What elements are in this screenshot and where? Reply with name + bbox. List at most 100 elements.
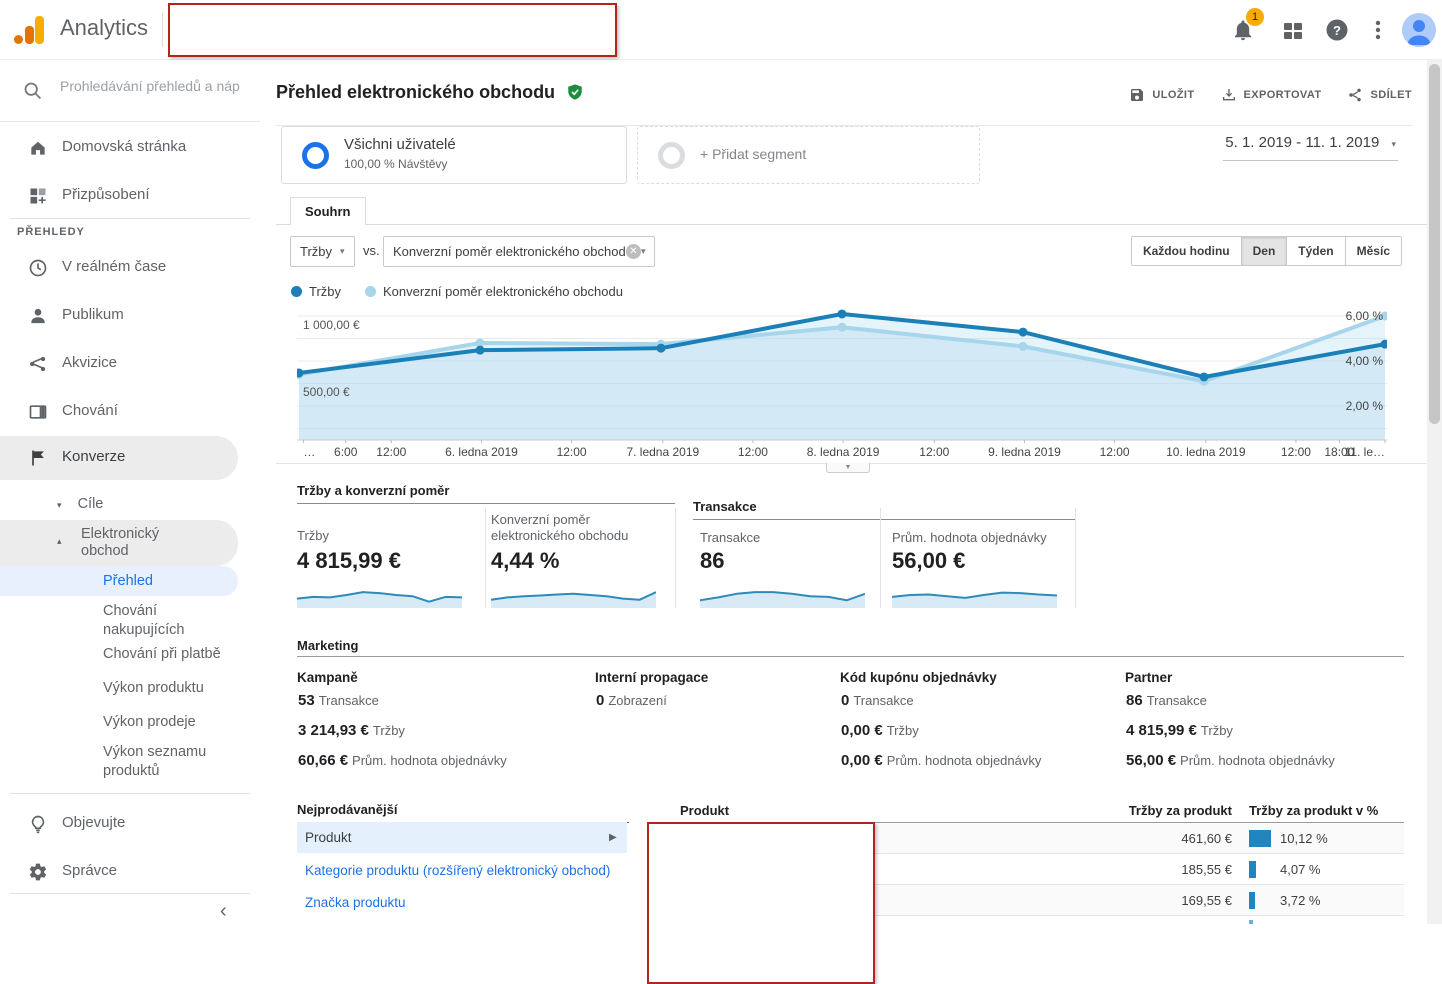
svg-text:…: … [303,445,315,459]
remove-metric-icon[interactable]: ✕ [626,244,641,259]
granularity-week[interactable]: Týden [1287,237,1345,265]
sidebar-item-product-performance[interactable]: Výkon produktu [103,680,204,696]
svg-text:6,00 %: 6,00 % [1346,309,1384,323]
timeseries-chart[interactable]: 1 000,00 €500,00 €6,00 %4,00 %2,00 %…6:0… [297,303,1387,463]
scrollbar-thumb[interactable] [1429,64,1440,424]
gear-icon [28,862,48,882]
sidebar-item-audience[interactable]: Publikum [0,292,260,340]
sidebar-item-home[interactable]: Domovská stránka [0,124,260,172]
table-header-revenue-pct[interactable]: Tržby za produkt v % [1249,803,1378,818]
header-divider [162,13,163,47]
help-icon[interactable]: ? [1325,18,1349,42]
chart-collapse-tab[interactable]: ▼ [826,463,870,473]
percent-bar [1249,861,1256,878]
marketing-col-title: Partner [1125,670,1172,685]
svg-text:11. le…: 11. le… [1345,445,1385,459]
svg-text:2,00 %: 2,00 % [1346,399,1384,413]
metric-a-select[interactable]: Tržby▾ [290,236,355,267]
granularity-month[interactable]: Měsíc [1346,237,1401,265]
sidebar-item-customization[interactable]: Přizpůsobení [0,172,260,220]
sidebar-search[interactable] [0,60,260,122]
svg-text:4,00 %: 4,00 % [1346,354,1384,368]
metric-label: Transakce [700,530,760,546]
sidebar-section-label: PŘEHLEDY [17,226,85,238]
export-button[interactable]: EXPORTOVAT [1221,87,1322,103]
account-avatar[interactable] [1402,13,1436,47]
tab-summary[interactable]: Souhrn [290,197,366,225]
metric-label: Prům. hodnota objednávky [892,530,1047,546]
sidebar-item-ecommerce[interactable]: ▴ Elektronický obchod [0,520,238,566]
chevron-down-icon: ▾ [641,246,646,257]
sidebar-item-goals[interactable]: ▾ Cíle [57,496,103,512]
add-segment-button[interactable]: + Přidat segment [637,126,980,184]
sidebar-item-checkout-behavior[interactable]: Chování při platbě [103,646,221,662]
legend-dot [365,286,376,297]
marketing-col-title: Kód kupónu objednávky [840,670,997,685]
marketing-stat: 0,00 €Prům. hodnota objednávky [841,752,1041,769]
sidebar-item-ecommerce-overview[interactable]: Přehled [0,566,238,596]
sidebar-item-sales-performance[interactable]: Výkon prodeje [103,714,196,730]
marketing-stat: 56,00 €Prům. hodnota objednávky [1126,752,1335,769]
marketing-rule [297,656,1404,657]
sidebar-item-discover[interactable]: Objevujte [0,800,260,848]
kebab-menu-icon[interactable] [1366,18,1390,42]
table-header-revenue[interactable]: Tržby za produkt [1090,803,1232,818]
svg-text:7. ledna 2019: 7. ledna 2019 [626,445,699,459]
marketing-stat: 0Zobrazení [596,692,667,709]
analytics-logo-icon[interactable] [16,15,46,45]
chevron-down-icon: ▾ [340,246,345,257]
search-input[interactable] [60,78,250,94]
svg-text:12:00: 12:00 [376,445,406,459]
save-button[interactable]: ULOŽIT [1129,87,1194,103]
granularity-day[interactable]: Den [1242,237,1288,265]
segment-donut-icon [302,142,329,169]
sidebar: Domovská stránka Přizpůsobení PŘEHLEDY V… [0,60,260,924]
legend-dot [291,286,302,297]
metric-label: Tržby [297,528,329,544]
date-range-picker[interactable]: 5. 1. 2019 - 11. 1. 2019 ▾ [1223,130,1398,161]
marketing-col-title: Interní propagace [595,670,708,685]
save-icon [1129,87,1145,103]
card-divider [880,508,881,608]
redaction-box-products [647,822,875,984]
behavior-icon [28,402,48,422]
sidebar-item-realtime[interactable]: V reálném čase [0,244,260,292]
sidebar-item-conversions[interactable]: Konverze [0,436,238,480]
bestseller-item-category[interactable]: Kategorie produktu (rozšířený elektronic… [297,855,627,886]
sparkline [892,582,1057,608]
app-header: Analytics 1 ? [0,0,1442,60]
chevron-down-icon: ▾ [57,500,62,510]
sidebar-item-shopping-behavior[interactable]: Chování nakupujících [103,602,233,640]
scrollbar-track[interactable] [1427,60,1442,924]
tab-rule [276,224,1442,225]
percent-bar [1249,892,1255,909]
share-button[interactable]: SDÍLET [1347,87,1412,103]
sidebar-item-acquisition[interactable]: Akvizice [0,340,260,388]
legend-item-conversion-rate: Konverzní poměr elektronického obchodu [365,284,623,299]
table-header-product[interactable]: Produkt [680,803,729,818]
sidebar-item-admin[interactable]: Správce [0,848,260,896]
report-actions: ULOŽIT EXPORTOVAT SDÍLET [1129,87,1412,103]
chevron-down-icon: ▾ [1391,139,1396,149]
svg-text:12:00: 12:00 [557,445,587,459]
svg-text:?: ? [1333,23,1341,38]
metric-b-select[interactable]: Konverzní poměr elektronického obchodu▾ [383,236,655,267]
search-icon [22,80,43,101]
bestseller-item-product[interactable]: Produkt ▶ [297,822,627,853]
svg-text:6. ledna 2019: 6. ledna 2019 [445,445,518,459]
acquisition-icon [28,354,48,374]
segment-all-users[interactable]: Všichni uživatelé 100,00 % Návštěvy [281,126,627,184]
sidebar-item-behavior[interactable]: Chování [0,388,260,436]
bestseller-item-brand[interactable]: Značka produktu [297,887,627,918]
sidebar-collapse-icon[interactable]: ‹ [220,900,227,923]
svg-text:12:00: 12:00 [738,445,768,459]
page-title: Přehled elektronického obchodu [276,82,584,103]
granularity-hourly[interactable]: Každou hodinu [1132,237,1242,265]
sidebar-item-product-list-performance[interactable]: Výkon seznamu produktů [103,743,223,781]
marketing-stat: 0Transakce [841,692,914,709]
sidebar-divider [10,218,250,219]
verified-shield-icon [566,83,584,101]
vs-label: vs. [363,243,380,258]
apps-grid-icon[interactable] [1281,19,1305,43]
marketing-stat: 3 214,93 €Tržby [298,722,405,739]
